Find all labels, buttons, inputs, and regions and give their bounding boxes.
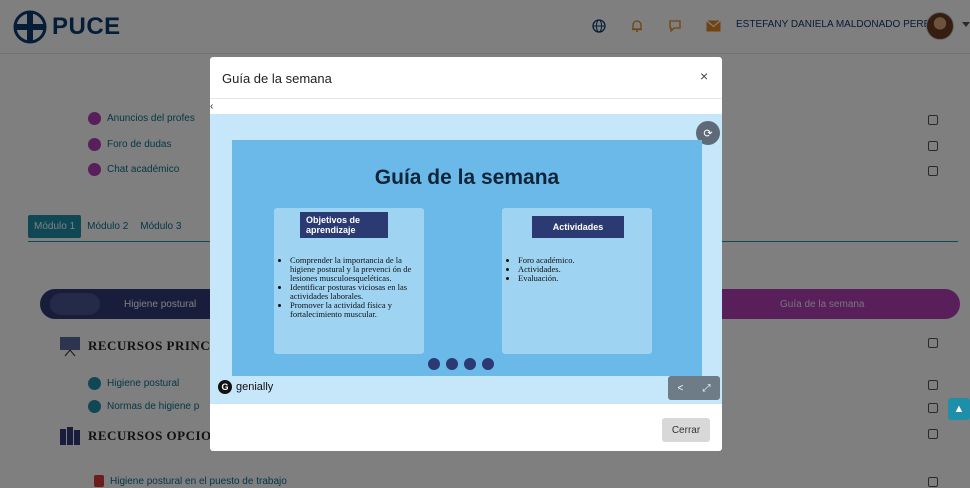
list-item: Evaluación. bbox=[518, 274, 648, 283]
twitter-icon[interactable] bbox=[464, 358, 476, 370]
back-to-top-button[interactable]: ▲ bbox=[948, 398, 970, 420]
close-icon[interactable]: × bbox=[700, 68, 708, 84]
presentation-slide: Guía de la semana Objetivos de aprendiza… bbox=[232, 140, 702, 376]
email-icon[interactable] bbox=[482, 358, 494, 370]
activities-list: Foro académico. Actividades. Evaluación. bbox=[518, 256, 648, 283]
objectives-card: Objetivos de aprendizaje Comprender la i… bbox=[274, 208, 424, 354]
guide-modal: Guía de la semana × ‹ ⟳ Guía de la seman… bbox=[210, 57, 722, 451]
linkedin-icon[interactable] bbox=[446, 358, 458, 370]
genially-embed[interactable]: ⟳ Guía de la semana Objetivos de aprendi… bbox=[210, 114, 722, 404]
close-button[interactable]: Cerrar bbox=[662, 418, 710, 442]
list-item: Identificar posturas viciosas en las act… bbox=[290, 283, 420, 301]
social-links bbox=[428, 358, 494, 370]
genially-logo-icon: G bbox=[218, 380, 232, 394]
share-controls: < ⤢ bbox=[668, 376, 720, 400]
share-icon[interactable]: < bbox=[678, 383, 684, 394]
activities-card: Actividades Foro académico. Actividades.… bbox=[502, 208, 652, 354]
objectives-list: Comprender la importancia de la higiene … bbox=[290, 256, 420, 319]
modal-header: Guía de la semana × bbox=[210, 57, 722, 99]
fullscreen-icon[interactable]: ⤢ bbox=[702, 383, 710, 394]
modal-title: Guía de la semana bbox=[222, 71, 332, 86]
brand-label: genially bbox=[236, 381, 274, 393]
slide-title: Guía de la semana bbox=[374, 166, 560, 189]
list-item: Comprender la importancia de la higiene … bbox=[290, 256, 420, 283]
card-tag: Actividades bbox=[532, 216, 624, 238]
chevron-up-icon: ▲ bbox=[953, 403, 965, 415]
back-arrow-icon[interactable]: ‹ bbox=[210, 101, 213, 112]
card-tag: Objetivos de aprendizaje bbox=[300, 212, 388, 238]
pinterest-icon[interactable] bbox=[428, 358, 440, 370]
modal-footer: Cerrar bbox=[210, 405, 722, 451]
list-item: Promover la actividad física y fortaleci… bbox=[290, 301, 420, 319]
genially-brand[interactable]: G genially bbox=[218, 380, 273, 394]
